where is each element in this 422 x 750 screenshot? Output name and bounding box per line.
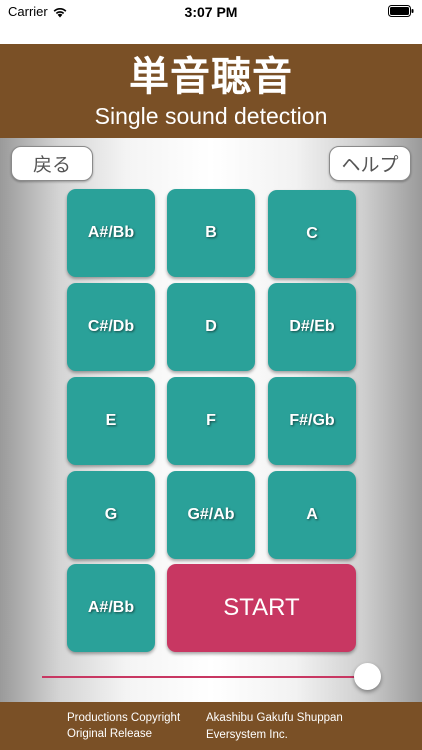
status-bar: Carrier 3:07 PM bbox=[0, 0, 422, 44]
battery-icon bbox=[388, 5, 414, 17]
footer-copyright-label: Productions Copyright bbox=[67, 712, 181, 724]
footer-release-holder: Eversystem Inc. bbox=[206, 729, 288, 741]
app-header: 単音聴音 Single sound detection bbox=[0, 44, 422, 138]
footer-release-label: Original Release bbox=[67, 728, 153, 740]
note-key-g[interactable]: G bbox=[67, 471, 155, 559]
slider-thumb[interactable] bbox=[354, 663, 381, 690]
note-key-b[interactable]: B bbox=[167, 189, 255, 277]
start-button[interactable]: START bbox=[167, 564, 356, 652]
note-key-a[interactable]: A bbox=[268, 471, 356, 559]
help-button[interactable]: ヘルプ bbox=[329, 146, 411, 181]
status-time: 3:07 PM bbox=[184, 4, 238, 20]
note-key-g-sharp-ab[interactable]: G#/Ab bbox=[167, 471, 255, 559]
note-key-a-sharp-bb[interactable]: A#/Bb bbox=[67, 189, 155, 277]
back-button[interactable]: 戻る bbox=[11, 146, 93, 181]
footer-copyright-holder: Akashibu Gakufu Shuppan bbox=[206, 712, 343, 724]
footer: Productions Copyright Akashibu Gakufu Sh… bbox=[0, 702, 422, 750]
title-japanese: 単音聴音 bbox=[129, 54, 293, 100]
title-english: Single sound detection bbox=[94, 103, 328, 129]
note-key-a-sharp-bb-low[interactable]: A#/Bb bbox=[67, 564, 155, 652]
note-key-f-sharp-gb[interactable]: F#/Gb bbox=[268, 377, 356, 465]
note-key-c[interactable]: C bbox=[268, 190, 356, 278]
note-key-f[interactable]: F bbox=[167, 377, 255, 465]
note-key-e[interactable]: E bbox=[67, 377, 155, 465]
note-key-d[interactable]: D bbox=[167, 283, 255, 371]
note-key-c-sharp-db[interactable]: C#/Db bbox=[67, 283, 155, 371]
slider-track[interactable] bbox=[42, 676, 368, 678]
note-key-d-sharp-eb[interactable]: D#/Eb bbox=[268, 283, 356, 371]
